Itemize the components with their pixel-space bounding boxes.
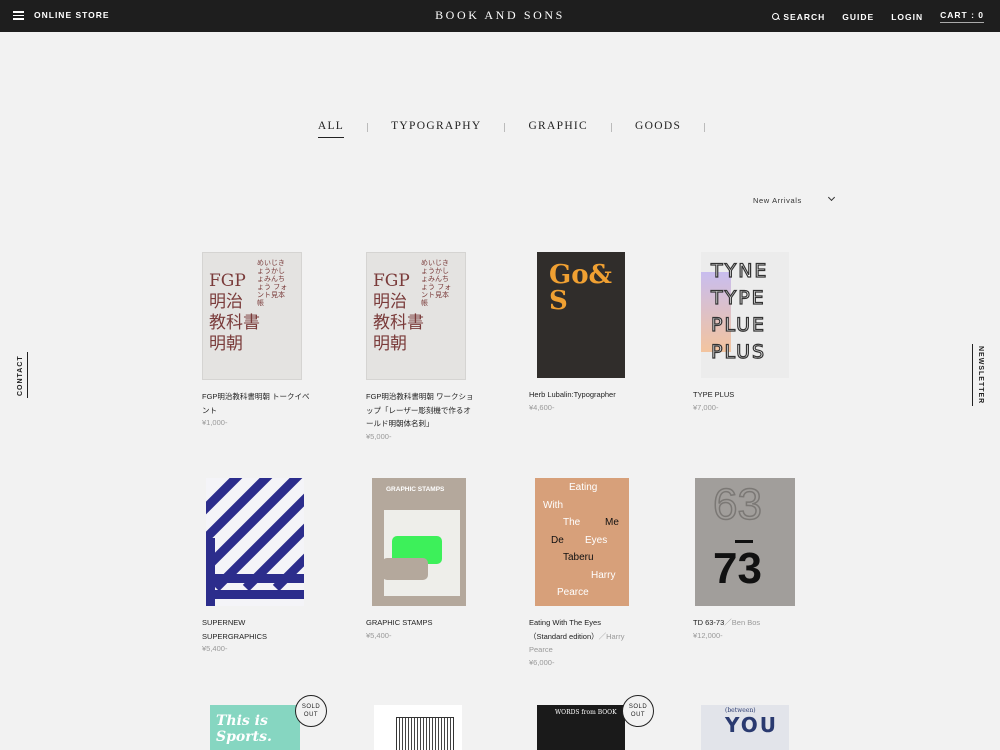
cover-word: The xyxy=(563,517,581,528)
product-cover[interactable] xyxy=(374,705,462,750)
product-title[interactable]: FGP明治教科書明朝 トークイベント xyxy=(202,390,310,417)
newsletter-side-tab[interactable]: NEWSLETTER xyxy=(972,344,984,406)
product-title[interactable]: TD 63-73／Ben Bos xyxy=(693,616,801,630)
cover-dash xyxy=(735,540,753,543)
product-card[interactable]: めいじきょうかしょみんちょう フォント見本帳 FGP 明治 教科書 明朝 FGP… xyxy=(366,252,496,441)
newsletter-label: NEWSLETTER xyxy=(977,346,984,405)
top-bar: ONLINE STORE BOOK AND SONS SEARCH GUIDE … xyxy=(0,0,1000,32)
product-title[interactable]: Eating With The Eyes（Standard edition）／H… xyxy=(529,616,637,657)
cover-word: With xyxy=(543,500,563,511)
sold-out-badge: SOLD OUT xyxy=(622,695,654,727)
product-cover[interactable]: TYNE TYPE PLUE PLUS xyxy=(701,252,789,378)
tab-divider xyxy=(704,123,706,132)
cover-title: GRAPHIC STAMPS xyxy=(386,486,445,493)
product-card[interactable]: めいじきょうかしょみんちょう フォント見本帳 FGP 明治 教科書 明朝 FGP… xyxy=(202,252,332,427)
product-title-text: TD 63-73 xyxy=(693,618,725,627)
tab-typography[interactable]: TYPOGRAPHY xyxy=(368,120,504,132)
product-price: ¥6,000- xyxy=(529,657,555,667)
contact-label: CONTACT xyxy=(17,355,24,396)
cover-word: Harry xyxy=(591,570,616,581)
cover-title: YOU xyxy=(725,713,779,737)
product-card[interactable]: GRAPHIC STAMPS GRAPHIC STAMPS ¥5,400- xyxy=(366,478,496,640)
product-card[interactable] xyxy=(366,705,496,750)
product-price: ¥1,000- xyxy=(202,418,228,427)
product-title[interactable]: TYPE PLUS xyxy=(693,388,801,402)
product-cover[interactable]: WORDS from BOOK xyxy=(537,705,625,750)
contact-side-tab[interactable]: CONTACT xyxy=(16,352,28,398)
guide-link[interactable]: GUIDE xyxy=(842,10,874,23)
cover-hand xyxy=(382,558,428,580)
product-author: ／Ben Bos xyxy=(724,618,761,627)
cover-subtitle: めいじきょうかしょみんちょう フォント見本帳 xyxy=(421,259,452,307)
product-card[interactable]: TYNE TYPE PLUE PLUS TYPE PLUS ¥7,000- xyxy=(693,252,823,412)
product-title[interactable]: SUPERNEW SUPERGRAPHICS xyxy=(202,616,310,643)
tab-all[interactable]: ALL xyxy=(295,120,367,138)
product-title[interactable]: FGP明治教科書明朝 ワークショップ「レーザー彫刻機で作るオールド明朝体名刺」 xyxy=(366,390,474,431)
product-card[interactable]: (between) YOU xyxy=(693,705,823,750)
product-price: ¥5,400- xyxy=(366,630,392,640)
tab-graphic[interactable]: GRAPHIC xyxy=(505,120,611,132)
product-cover[interactable]: This is Sports. xyxy=(210,705,300,750)
product-price: ¥5,000- xyxy=(366,431,392,441)
product-card[interactable]: 63 73 TD 63-73／Ben Bos ¥12,000- xyxy=(693,478,823,640)
product-cover[interactable]: (between) YOU xyxy=(701,705,789,750)
product-title[interactable]: GRAPHIC STAMPS xyxy=(366,616,474,630)
cover-word: Eating xyxy=(569,482,598,493)
product-card[interactable]: Go&S Herb Lubalin:Typographer ¥4,600- xyxy=(529,252,659,412)
product-cover[interactable]: めいじきょうかしょみんちょう フォント見本帳 FGP 明治 教科書 明朝 xyxy=(366,252,466,380)
category-tabs: ALL TYPOGRAPHY GRAPHIC GOODS xyxy=(0,120,1000,138)
product-title[interactable]: Herb Lubalin:Typographer xyxy=(529,388,637,402)
product-cover[interactable]: めいじきょうかしょみんちょう フォント見本帳 FGP 明治 教科書 明朝 xyxy=(202,252,302,380)
product-cover[interactable]: Eating With The Me De Eyes Taberu Harry … xyxy=(535,478,629,606)
cover-word: Pearce xyxy=(557,587,589,598)
product-price: ¥7,000- xyxy=(693,402,719,412)
cover-title: FGP 明治 教科書 明朝 xyxy=(209,271,260,354)
cover-number-bottom: 73 xyxy=(713,544,762,593)
product-cover[interactable] xyxy=(206,478,304,606)
cover-title: TYNE TYPE PLUE PLUS xyxy=(710,259,769,363)
cover-word: Me xyxy=(605,517,619,528)
search-link[interactable]: SEARCH xyxy=(772,10,825,23)
login-link[interactable]: LOGIN xyxy=(891,10,923,23)
cover-stripes xyxy=(206,478,304,606)
cover-title: WORDS from BOOK xyxy=(555,709,617,716)
search-label: SEARCH xyxy=(783,11,826,22)
product-price: ¥4,600- xyxy=(529,402,555,412)
cover-title: Go&S xyxy=(549,260,613,316)
header-nav: SEARCH GUIDE LOGIN CART : 0 xyxy=(772,10,984,23)
sort-select[interactable]: New Arrivals xyxy=(753,196,802,205)
product-cover[interactable]: 63 73 xyxy=(695,478,795,606)
cover-title: FGP 明治 教科書 明朝 xyxy=(373,271,424,354)
chevron-down-icon[interactable] xyxy=(827,193,836,202)
cover-word: De xyxy=(551,535,564,546)
product-cover[interactable]: GRAPHIC STAMPS xyxy=(372,478,466,606)
sold-out-badge: SOLD OUT xyxy=(295,695,327,727)
tab-goods[interactable]: GOODS xyxy=(612,120,704,132)
cover-title: This is Sports. xyxy=(216,713,272,745)
cover-number-top: 63 xyxy=(712,479,762,530)
cart-link[interactable]: CART : 0 xyxy=(940,10,984,23)
product-title-text: Eating With The Eyes（Standard edition） xyxy=(529,618,601,641)
product-price: ¥5,400- xyxy=(202,644,228,653)
product-card[interactable]: SUPERNEW SUPERGRAPHICS ¥5,400- xyxy=(202,478,332,653)
search-icon xyxy=(772,12,780,21)
product-card[interactable]: Eating With The Me De Eyes Taberu Harry … xyxy=(529,478,659,667)
cover-word: Eyes xyxy=(585,535,608,546)
cover-subtitle: めいじきょうかしょみんちょう フォント見本帳 xyxy=(257,259,288,307)
cover-illustration xyxy=(396,717,454,750)
product-cover[interactable]: Go&S xyxy=(537,252,625,378)
product-price: ¥12,000- xyxy=(693,630,723,640)
cover-word: Taberu xyxy=(563,552,594,563)
